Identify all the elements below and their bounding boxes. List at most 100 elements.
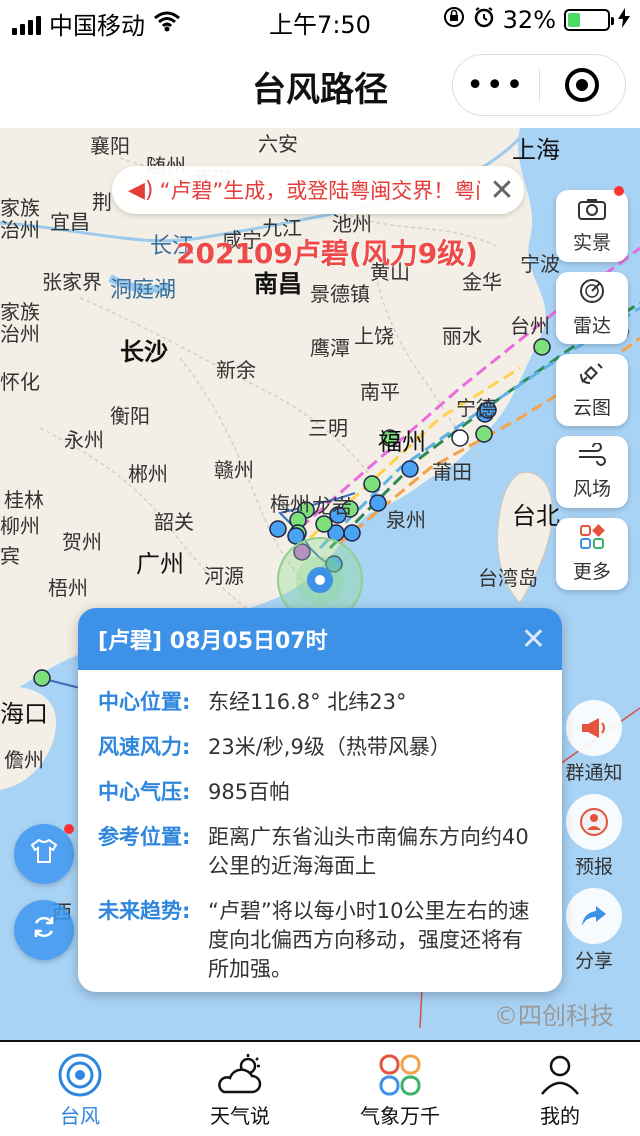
info-row: 中心气压: 985百帕 bbox=[98, 778, 542, 807]
charging-icon bbox=[618, 6, 630, 34]
map-label: 新余 bbox=[216, 358, 256, 382]
tab-mine[interactable]: 我的 bbox=[480, 1042, 640, 1136]
side-button-label: 风场 bbox=[572, 478, 611, 500]
map-label: 治州 bbox=[0, 322, 40, 346]
refresh-button[interactable] bbox=[14, 900, 74, 960]
map-label: 柳州 bbox=[0, 514, 40, 538]
tab-bar: 台风 天气说 气象万千 我的 bbox=[0, 1040, 640, 1136]
alarm-icon bbox=[473, 6, 495, 34]
nav-bar: 台风路径 ••• bbox=[0, 40, 640, 128]
tab-label: 天气说 bbox=[210, 1103, 270, 1128]
side-button-more[interactable]: 更多 bbox=[556, 518, 628, 590]
map-label: 三明 bbox=[308, 416, 348, 440]
info-key: 风速风力: bbox=[98, 735, 191, 759]
map-label: 丽水 bbox=[442, 324, 482, 348]
card-close-button[interactable]: ✕ bbox=[521, 622, 546, 657]
info-value: “卢碧”将以每小时10公里左右的速度向北偏西方向移动，强度还将有所加强。 bbox=[208, 899, 530, 981]
map-label: 景德镇 bbox=[310, 282, 370, 306]
camera-icon bbox=[577, 197, 607, 226]
map-label: 宁德 bbox=[456, 396, 496, 420]
side-button-label: 实景 bbox=[572, 232, 611, 254]
satellite-icon bbox=[578, 360, 606, 391]
layer-toggle-button[interactable] bbox=[14, 824, 74, 884]
info-row: 中心位置: 东经116.8° 北纬23° bbox=[98, 688, 542, 717]
side-button-label: 雷达 bbox=[572, 315, 611, 337]
mini-program-capsule: ••• bbox=[452, 54, 626, 116]
map-label: 荆 bbox=[92, 190, 112, 214]
info-value: 23米/秒,9级（热带风暴） bbox=[208, 735, 451, 759]
refresh-icon bbox=[30, 913, 58, 948]
side-button-label: 更多 bbox=[572, 561, 611, 583]
info-row: 风速风力: 23米/秒,9级（热带风暴） bbox=[98, 733, 542, 762]
side-button-radar[interactable]: 雷达 bbox=[556, 272, 628, 344]
tab-weather-gallery[interactable]: 气象万千 bbox=[320, 1042, 480, 1136]
tab-weather-talk[interactable]: 天气说 bbox=[160, 1042, 320, 1136]
speaker-icon: ◀) bbox=[128, 177, 154, 203]
close-mini-program-button[interactable] bbox=[540, 68, 626, 102]
map-label: 桂林 bbox=[4, 488, 44, 512]
battery-percent: 32% bbox=[502, 6, 556, 34]
battery-icon bbox=[564, 9, 614, 31]
info-value: 距离广东省汕头市南偏东方向约40公里的近海海面上 bbox=[208, 825, 529, 878]
alert-text: “卢碧”生成，或登陆粤闽交界！粤闽 bbox=[159, 179, 480, 203]
map-label: 台州 bbox=[510, 314, 550, 338]
map-label: 六安 bbox=[258, 132, 298, 156]
map-label: 贺州 bbox=[62, 530, 102, 554]
clover-icon bbox=[377, 1050, 423, 1100]
typhoon-label[interactable]: 202109卢碧(风力9级) bbox=[176, 232, 478, 272]
info-key: 中心位置: bbox=[98, 690, 191, 714]
rotation-lock-icon bbox=[443, 6, 465, 34]
map-label: 儋州 bbox=[4, 748, 44, 772]
more-menu-button[interactable]: ••• bbox=[453, 68, 539, 103]
grid-icon bbox=[579, 524, 605, 555]
side-button-live[interactable]: 实景 bbox=[556, 186, 628, 262]
alert-close-button[interactable]: ✕ bbox=[480, 173, 524, 208]
side-button-cloud[interactable]: 云图 bbox=[556, 354, 628, 426]
megaphone-icon bbox=[566, 700, 622, 756]
side-button-label: 预报 bbox=[574, 856, 613, 878]
card-header: [卢碧] 08月05日07时 ✕ bbox=[78, 608, 562, 670]
alert-banner[interactable]: ◀) “卢碧”生成，或登陆粤闽交界！粤闽 ✕ bbox=[112, 166, 524, 214]
wind-icon bbox=[577, 442, 607, 472]
map-label: 上饶 bbox=[354, 324, 394, 348]
status-right: 32% bbox=[443, 6, 630, 34]
map-label: 宁波 bbox=[520, 252, 560, 276]
map-label: 河源 bbox=[204, 564, 244, 588]
share-icon bbox=[566, 888, 622, 944]
side-button-label: 云图 bbox=[572, 397, 611, 419]
map-label: 长沙 bbox=[120, 338, 168, 366]
info-value: 东经116.8° 北纬23° bbox=[208, 690, 407, 714]
map-label: 龙岩 bbox=[312, 494, 352, 518]
map-label: 莆田 bbox=[432, 460, 472, 484]
map-label: 永州 bbox=[64, 428, 104, 452]
radar-icon bbox=[579, 278, 605, 309]
side-button-group-notify[interactable]: 群通知 bbox=[558, 700, 630, 785]
tab-label: 气象万千 bbox=[360, 1103, 440, 1128]
map-copyright: ©四创科技 bbox=[494, 1002, 614, 1030]
map-label: 广州 bbox=[136, 550, 184, 578]
map-label: 梧州 bbox=[48, 576, 88, 600]
info-key: 未来趋势: bbox=[98, 899, 191, 923]
map-label: 治州 bbox=[0, 218, 40, 242]
map-label: 上海 bbox=[512, 136, 560, 164]
side-button-forecast[interactable]: 预报 bbox=[558, 794, 630, 879]
side-button-label: 群通知 bbox=[565, 762, 623, 784]
typhoon-icon bbox=[57, 1050, 103, 1100]
map-label: 福州 bbox=[378, 428, 426, 456]
map-label: 鹰潭 bbox=[310, 336, 350, 360]
map-label: 宜昌 bbox=[50, 210, 90, 234]
status-bar: 中国移动 上午7:50 32% bbox=[0, 0, 640, 40]
map-label: 衡阳 bbox=[110, 404, 150, 428]
cloud-sun-icon bbox=[214, 1050, 266, 1100]
notification-dot bbox=[614, 186, 624, 196]
typhoon-info-card: [卢碧] 08月05日07时 ✕ 中心位置: 东经116.8° 北纬23° 风速… bbox=[78, 608, 562, 992]
info-key: 参考位置: bbox=[98, 825, 191, 849]
side-button-wind[interactable]: 风场 bbox=[556, 436, 628, 508]
info-row: 未来趋势: “卢碧”将以每小时10公里左右的速度向北偏西方向移动，强度还将有所加… bbox=[98, 897, 542, 984]
tab-label: 台风 bbox=[60, 1103, 100, 1128]
tab-typhoon[interactable]: 台风 bbox=[0, 1042, 160, 1136]
map-label: 海口 bbox=[0, 700, 48, 728]
map-label: 南平 bbox=[360, 380, 400, 404]
typhoon-map[interactable]: 襄阳 随州 武汉 六安 上海 家族 治州 宜昌 荆 长江 咸宁 九江 池州 宁波… bbox=[0, 128, 640, 1040]
side-button-share[interactable]: 分享 bbox=[558, 888, 630, 973]
